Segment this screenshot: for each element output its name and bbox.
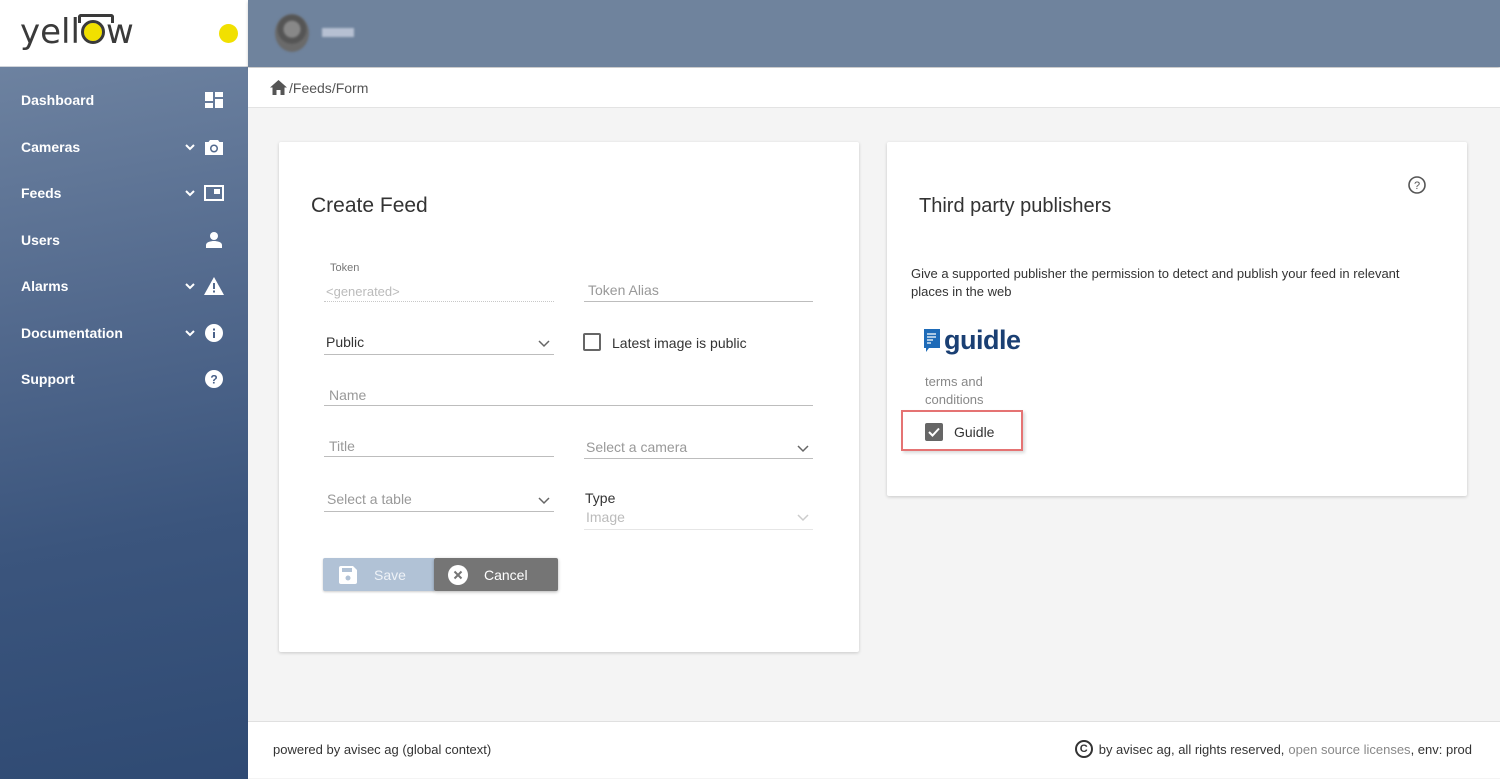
feed-icon [204,183,224,203]
sidebar-item-alarms[interactable]: Alarms [0,266,248,306]
name-input[interactable]: Name [324,382,813,406]
cancel-label: Cancel [484,566,528,583]
camera-select[interactable]: Select a camera [584,434,813,459]
save-button[interactable]: Save [323,558,435,591]
create-feed-title: Create Feed [311,194,428,217]
save-icon [339,565,357,584]
chevron-down-icon[interactable] [184,187,196,199]
guidle-logo-text: guidle [944,325,1021,355]
sidebar-item-feeds[interactable]: Feeds [0,173,248,213]
create-feed-card: Create Feed Token <generated> Token Alia… [279,142,859,652]
chevron-down-icon [538,497,550,505]
token-underline [324,301,554,302]
top-bar [248,0,1500,67]
guidle-checkbox-label: Guidle [954,424,995,440]
terms-and-conditions-link[interactable]: terms and conditions [925,373,1005,409]
latest-image-public-label: Latest image is public [612,335,747,351]
warning-icon [204,276,224,296]
sidebar-item-documentation[interactable]: Documentation [0,313,248,353]
breadcrumb-feeds[interactable]: Feeds [293,80,332,96]
camera-lens-logo-icon [77,14,114,44]
sidebar-item-label: Cameras [21,139,81,155]
token-label: Token [330,262,360,274]
footer: powered by avisec ag (global context) C … [248,721,1500,778]
title-placeholder: Title [329,438,355,454]
user-name-blurred[interactable] [322,28,354,37]
sidebar: Dashboard Cameras Feeds Users Alarms Doc… [0,67,248,779]
sidebar-item-support[interactable]: Support ? [0,359,248,399]
sidebar-item-cameras[interactable]: Cameras [0,127,248,167]
chevron-down-icon [538,340,550,348]
sidebar-item-users[interactable]: Users [0,220,248,260]
name-underline [324,405,813,406]
chevron-down-icon[interactable] [184,141,196,153]
help-icon: ? [204,369,224,389]
sidebar-item-label: Documentation [21,325,123,341]
info-icon [204,323,224,343]
table-placeholder: Select a table [327,491,412,507]
breadcrumb: / Feeds / Form [248,68,1500,108]
sidebar-item-label: Users [21,232,60,248]
third-party-description: Give a supported publisher the permissio… [911,266,1400,299]
open-source-licenses-link[interactable]: open source licenses [1288,742,1410,757]
type-value: Image [586,509,625,525]
sidebar-item-dashboard[interactable]: Dashboard [0,80,248,120]
user-icon [204,230,224,250]
svg-text:?: ? [1414,180,1420,192]
camera-placeholder: Select a camera [586,439,688,455]
token-alias-placeholder: Token Alias [588,282,659,298]
chevron-down-icon [797,514,809,522]
home-icon[interactable] [270,80,287,95]
name-placeholder: Name [329,387,367,403]
table-underline [324,511,554,512]
title-input[interactable]: Title [324,433,554,457]
visibility-value: Public [326,334,365,350]
user-avatar[interactable] [275,14,309,52]
logo-text-prefix: yel [20,12,71,52]
footer-copyright: C by avisec ag, all rights reserved, ope… [1074,740,1472,758]
type-underline [584,529,813,530]
status-indicator [219,24,238,43]
copyright-icon: C [1074,740,1093,758]
sidebar-item-label: Support [21,371,75,387]
token-alias-underline [584,301,813,302]
guidle-checkbox[interactable] [925,423,943,441]
camera-underline [584,458,813,459]
check-icon [928,427,940,437]
dashboard-icon [204,90,224,110]
token-field: Token <generated> [324,260,554,302]
help-circle-icon[interactable]: ? [1407,175,1427,195]
footer-env-text: , env: prod [1410,741,1472,757]
footer-rights-text: by avisec ag, all rights reserved, [1098,741,1285,757]
chevron-down-icon[interactable] [184,327,196,339]
footer-powered-by: powered by avisec ag (global context) [273,742,492,757]
type-label: Type [585,490,616,506]
svg-text:?: ? [210,373,217,387]
logo-area[interactable]: yell w [0,0,248,67]
title-underline [324,456,554,457]
sidebar-item-label: Alarms [21,278,69,294]
visibility-underline [324,354,554,355]
sidebar-item-label: Dashboard [21,92,95,108]
cancel-circle-icon [448,564,468,585]
token-alias-input[interactable]: Token Alias [584,278,813,302]
third-party-publishers-card: Third party publishers ? Give a supporte… [887,142,1467,496]
type-select: Type Image [584,488,813,530]
latest-image-public-checkbox[interactable] [583,333,601,351]
third-party-title: Third party publishers [919,195,1112,217]
camera-icon [204,137,224,157]
breadcrumb-form: Form [335,79,369,96]
sidebar-item-label: Feeds [21,185,62,201]
guidle-logo[interactable]: guidle [924,325,1021,356]
cancel-button[interactable]: Cancel [434,558,558,591]
guidle-speech-bubble-icon [924,328,940,352]
save-label: Save [374,566,406,583]
chevron-down-icon [797,445,809,453]
chevron-down-icon[interactable] [184,280,196,292]
table-select[interactable]: Select a table [324,487,554,512]
token-placeholder: <generated> [326,284,400,299]
yellow-logo: yell w [20,12,134,52]
visibility-select[interactable]: Public [324,331,554,355]
